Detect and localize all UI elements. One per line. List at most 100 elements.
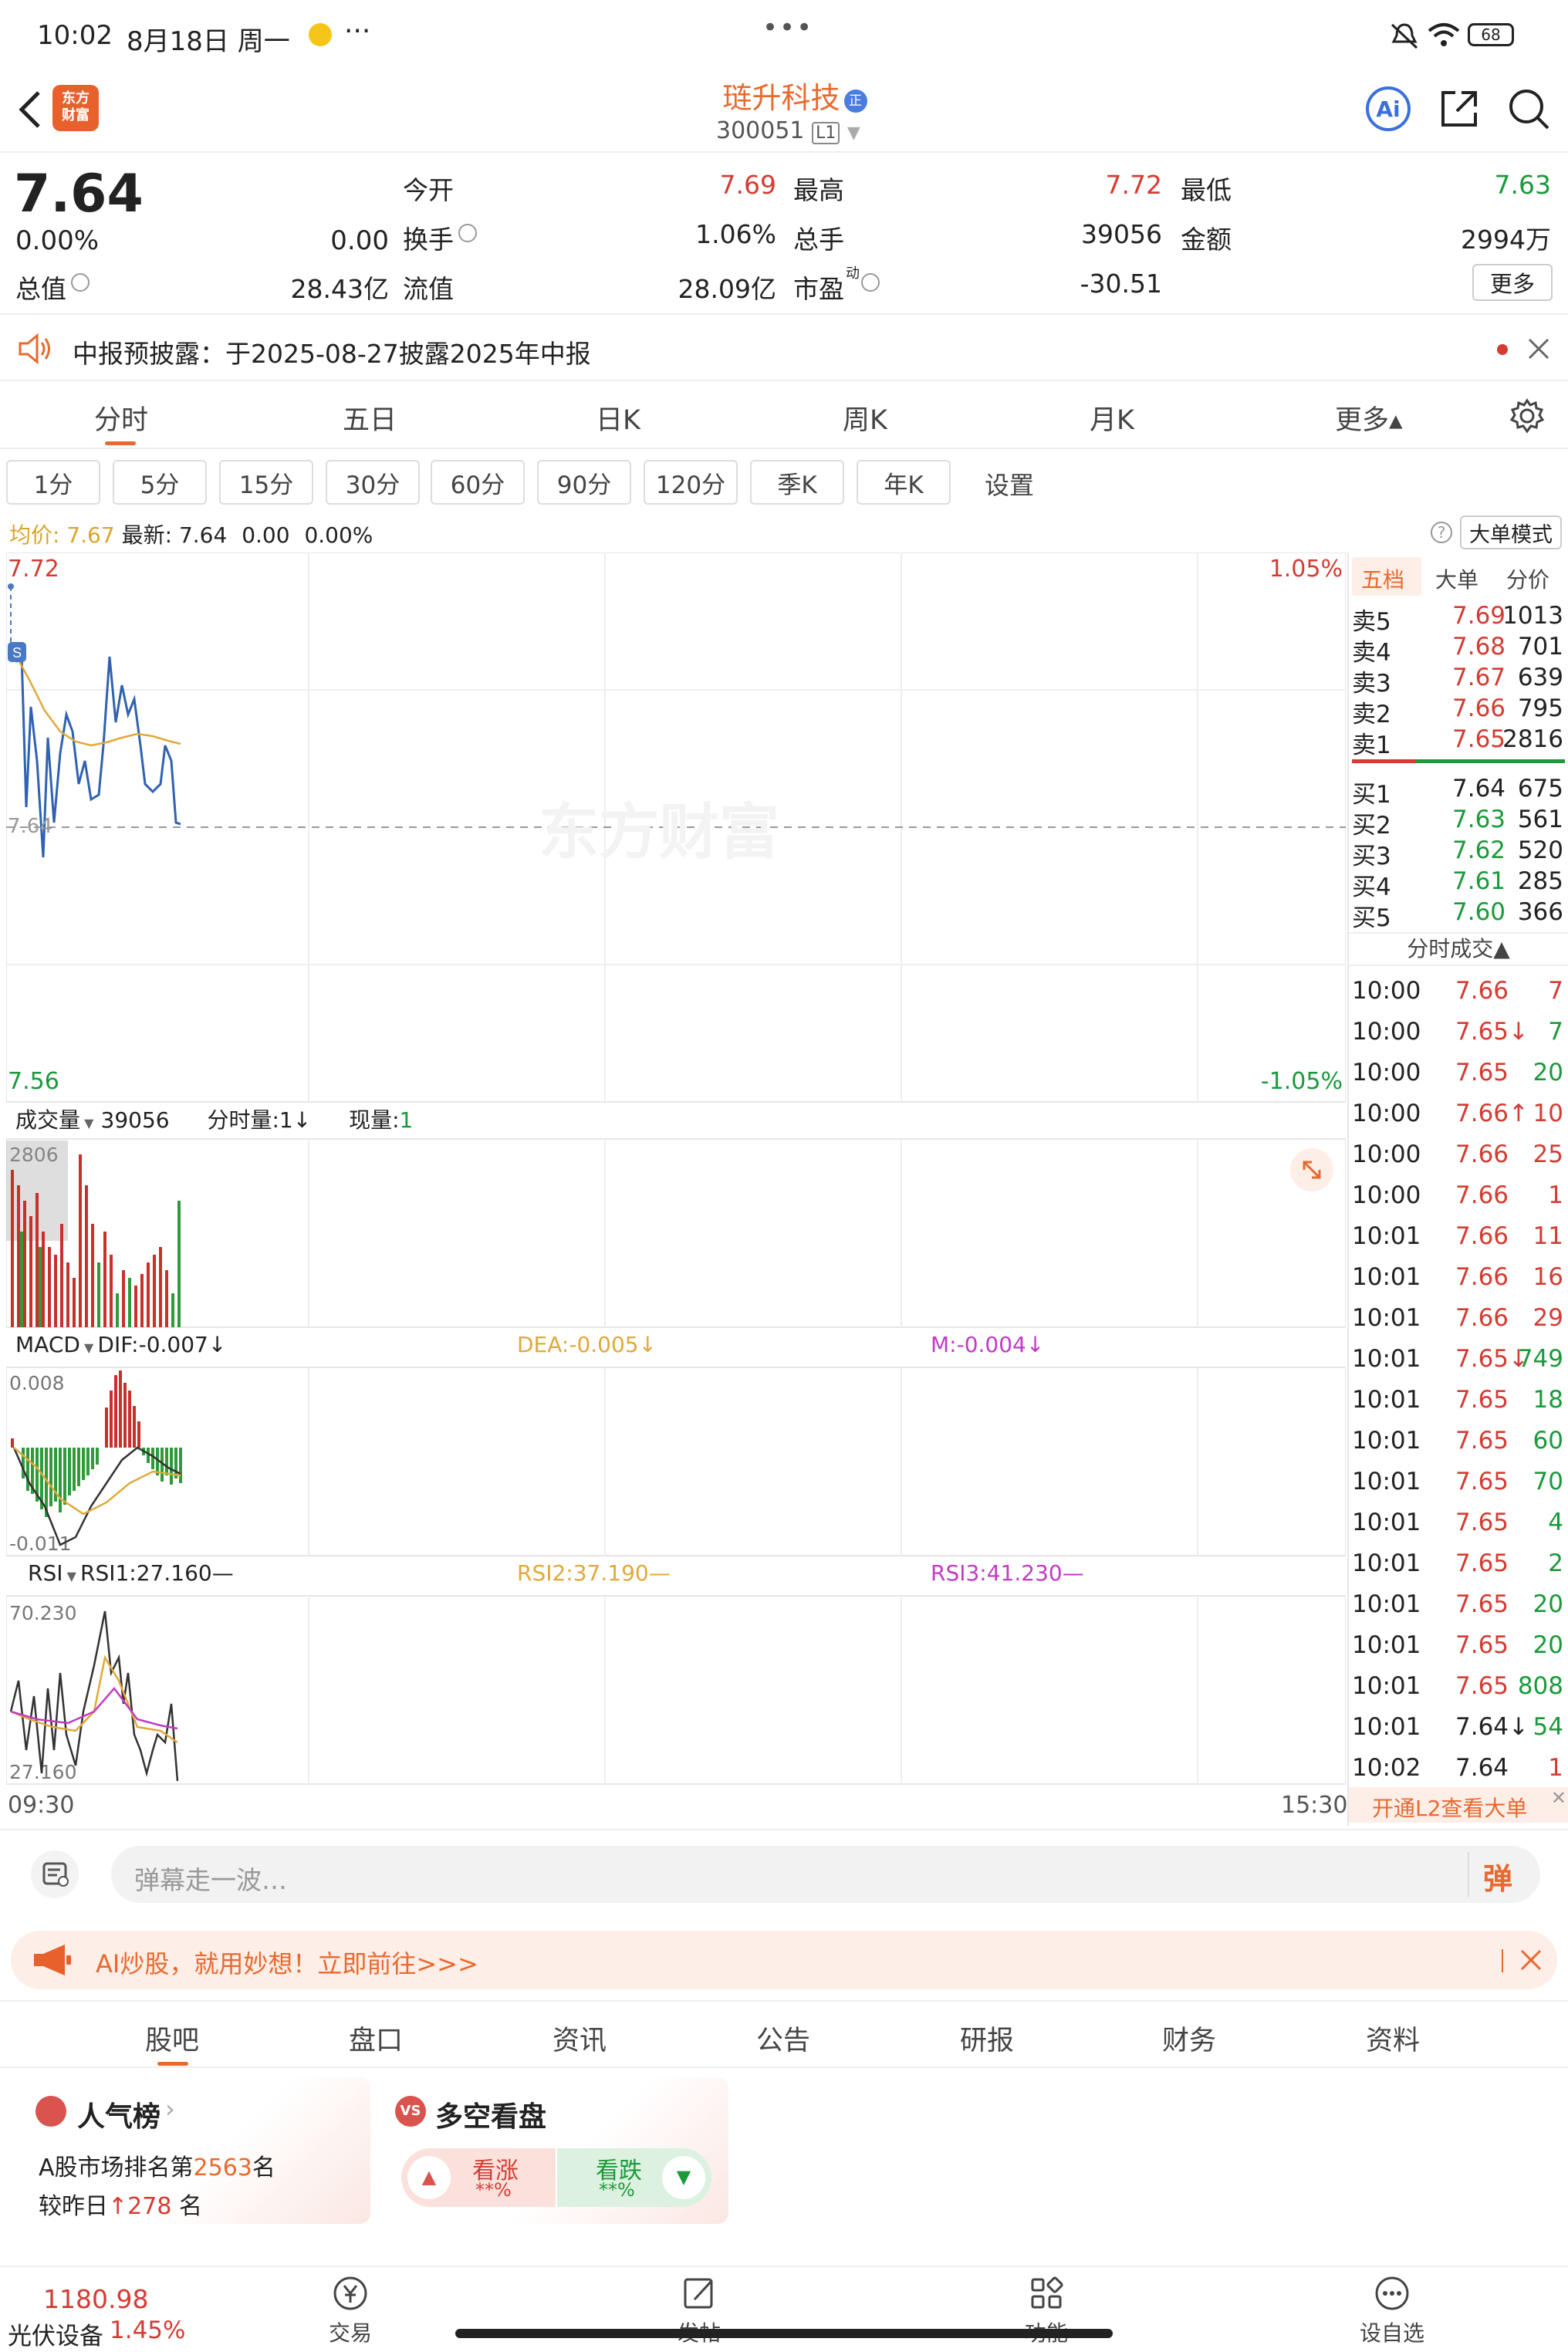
tab-big-orders[interactable]: 大单 — [1435, 563, 1478, 594]
chart-area[interactable]: S 东方财富 7.72 7.56 7.64 1.05% -1.05% 成交量 ▼… — [6, 553, 1346, 1787]
notice-text: 中报预披露：于2025-08-27披露2025年中报 — [73, 339, 591, 369]
expand-icon[interactable] — [1290, 1148, 1333, 1191]
tab-more[interactable]: 更多▴ — [1335, 398, 1403, 438]
settings-link[interactable]: 设置 — [985, 466, 1034, 502]
change-abs: 0.00 — [330, 225, 389, 256]
close-icon[interactable] — [1526, 336, 1551, 361]
bid-price: 7.60 — [1452, 898, 1506, 926]
rsi3: RSI3:41.230— — [931, 1560, 1084, 1586]
nav-add-watchlist[interactable]: 设自选 — [1353, 2273, 1431, 2347]
nav-trade-label: 交易 — [328, 2320, 372, 2346]
tab-five-day[interactable]: 五日 — [343, 398, 397, 438]
vs-icon: VS — [395, 2096, 426, 2127]
close-icon[interactable]: ✕ — [1551, 1787, 1566, 1809]
help-icon[interactable]: ? — [1431, 522, 1452, 543]
search-icon[interactable] — [1506, 86, 1551, 131]
stock-code-row[interactable]: 300051 L1 ▼ — [716, 117, 860, 144]
rsi-selector[interactable]: RSI — [28, 1560, 63, 1586]
chip-1min[interactable]: 1分 — [6, 460, 100, 505]
tick-volume: 2 — [1548, 1549, 1563, 1577]
info-icon[interactable] — [71, 273, 90, 292]
bid-row[interactable]: 买5 7.60 366 — [1349, 898, 1568, 932]
more-button[interactable]: 更多 — [1472, 264, 1553, 301]
volume-label: 总手 — [793, 225, 844, 255]
share-icon[interactable] — [1437, 86, 1482, 131]
tick-volume: 60 — [1533, 1427, 1563, 1455]
macd-red-bars — [11, 1370, 140, 1448]
ticks-header[interactable]: 分时成交▲ — [1349, 932, 1568, 966]
edit-icon — [684, 2278, 713, 2309]
tab-finance[interactable]: 财务 — [1162, 2019, 1216, 2058]
danmu-input[interactable]: 弹幕走一波… 弹 — [111, 1846, 1540, 1903]
gear-icon[interactable] — [1509, 398, 1545, 434]
ask-price: 7.69 — [1452, 602, 1506, 630]
content-tabs: 股吧 盘口 资讯 公告 研报 财务 资料 — [0, 2000, 1568, 2068]
ask-row[interactable]: 卖1 7.65 2816 — [1349, 725, 1568, 759]
tick-price: 7.65 — [1455, 1059, 1509, 1086]
info-icon[interactable] — [458, 224, 477, 242]
tick-time: 10:02 — [1352, 1754, 1421, 1782]
ask-row[interactable]: 卖4 7.68 701 — [1349, 633, 1568, 667]
bullish-button[interactable]: ▲ 看涨 **% — [401, 2148, 556, 2207]
tab-news[interactable]: 资讯 — [553, 2019, 607, 2058]
change-prefix: 较昨日 — [39, 2193, 108, 2220]
popularity-card[interactable]: 人气榜 › A股市场排名第2563名 较昨日↑278 名 — [23, 2077, 370, 2224]
chip-30min[interactable]: 30分 — [326, 460, 420, 505]
tick-volume: 7 — [1548, 1018, 1563, 1046]
close-icon[interactable] — [1519, 1948, 1543, 1972]
tab-price-volume[interactable]: 分价 — [1506, 563, 1549, 594]
nav-trade[interactable]: 交易 — [312, 2273, 389, 2347]
tab-intraday[interactable]: 分时 — [94, 398, 148, 438]
back-arrow-icon[interactable] — [15, 86, 46, 133]
ask-row[interactable]: 卖2 7.66 795 — [1349, 694, 1568, 728]
last-value: 7.64 — [178, 522, 228, 548]
amount-value: 2994万 — [1461, 225, 1551, 255]
ai-button[interactable]: Ai — [1366, 86, 1411, 131]
bid-row[interactable]: 买1 7.64 675 — [1349, 775, 1568, 809]
ask-row[interactable]: 卖5 7.69 1013 — [1349, 602, 1568, 636]
tick-volume: 18 — [1533, 1386, 1563, 1414]
info-icon[interactable] — [861, 273, 880, 292]
tick-volume: 4 — [1548, 1509, 1563, 1536]
tick-time: 10:01 — [1352, 1549, 1421, 1577]
ai-banner[interactable]: AI炒股，就用妙想！立即前往>>> — [11, 1931, 1557, 1989]
big-order-mode-button[interactable]: 大单模式 — [1460, 515, 1562, 549]
tab-pankou[interactable]: 盘口 — [349, 2019, 403, 2058]
chip-15min[interactable]: 15分 — [219, 460, 313, 505]
bid-row[interactable]: 买2 7.63 561 — [1349, 806, 1568, 840]
danmu-list-button[interactable] — [31, 1850, 79, 1898]
chip-quarter-k[interactable]: 季K — [750, 460, 844, 505]
tab-announcements[interactable]: 公告 — [756, 2019, 810, 2058]
bearish-button[interactable]: 看跌 **% ▼ — [557, 2148, 711, 2207]
chip-year-k[interactable]: 年K — [857, 460, 951, 505]
bid-row[interactable]: 买4 7.61 285 — [1349, 867, 1568, 901]
chip-120min[interactable]: 120分 — [644, 460, 738, 505]
tab-research[interactable]: 研报 — [960, 2019, 1014, 2058]
minute-volume: 分时量:1↓ — [207, 1107, 312, 1133]
notice-bar[interactable]: 中报预披露：于2025-08-27披露2025年中报 — [0, 316, 1568, 381]
chip-60min[interactable]: 60分 — [431, 460, 525, 505]
window-dots[interactable]: ••• — [762, 12, 813, 43]
bid-label: 买4 — [1352, 874, 1391, 901]
bearish-pct: **% — [599, 2179, 635, 2201]
tab-five-levels[interactable]: 五档 — [1361, 563, 1404, 594]
ask-row[interactable]: 卖3 7.67 639 — [1349, 664, 1568, 698]
volume-selector[interactable]: 成交量 — [15, 1107, 80, 1133]
tab-month-k[interactable]: 月K — [1090, 398, 1134, 438]
tab-guba[interactable]: 股吧 — [145, 2019, 199, 2058]
danmu-toggle-button[interactable]: 弹 — [1483, 1855, 1512, 1897]
tick-time: 10:01 — [1352, 1631, 1421, 1659]
chip-5min[interactable]: 5分 — [113, 460, 207, 505]
time-axis-end: 15:30 — [1281, 1792, 1348, 1819]
volume-bars — [11, 1154, 181, 1327]
chip-90min[interactable]: 90分 — [537, 460, 631, 505]
macd-selector[interactable]: MACD — [15, 1332, 80, 1357]
chevron-down-icon: ▼ — [80, 1116, 98, 1130]
ask-bid-divider — [1352, 759, 1565, 763]
bid-row[interactable]: 买3 7.62 520 — [1349, 836, 1568, 870]
tab-profile[interactable]: 资料 — [1366, 2019, 1420, 2058]
tick-price: 7.66↑ — [1455, 1100, 1529, 1127]
tab-day-k[interactable]: 日K — [596, 398, 640, 438]
tab-week-k[interactable]: 周K — [843, 398, 887, 438]
l2-promo[interactable]: 开通L2查看大单 ✕ — [1349, 1787, 1568, 1823]
